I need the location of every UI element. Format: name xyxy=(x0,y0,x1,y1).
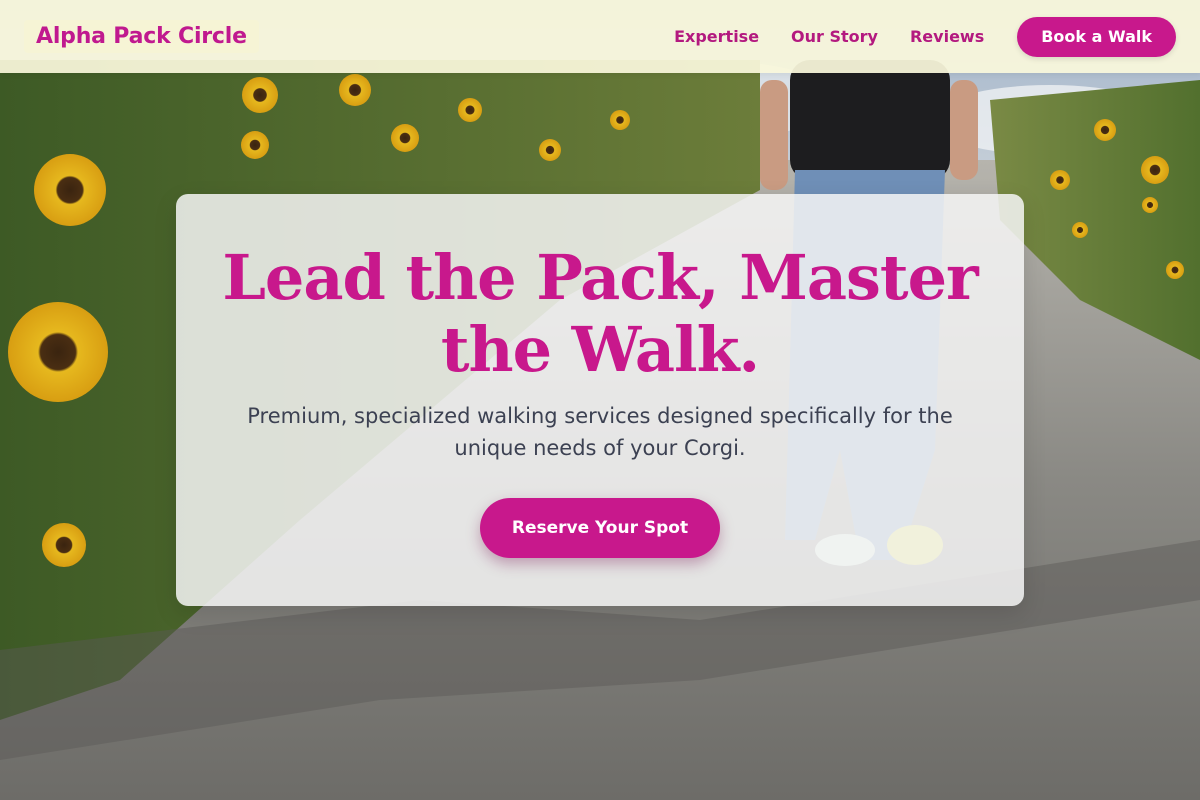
main-nav: Expertise Our Story Reviews Book a Walk xyxy=(674,16,1176,57)
nav-link-expertise[interactable]: Expertise xyxy=(674,27,759,46)
site-header: Alpha Pack Circle Expertise Our Story Re… xyxy=(0,0,1200,73)
hero-title: Lead the Pack, Master the Walk. xyxy=(222,241,978,386)
nav-link-reviews[interactable]: Reviews xyxy=(910,27,984,46)
nav-link-our-story[interactable]: Our Story xyxy=(791,27,878,46)
brand-logo[interactable]: Alpha Pack Circle xyxy=(24,20,259,53)
book-walk-button[interactable]: Book a Walk xyxy=(1017,16,1176,57)
hero-card: Lead the Pack, Master the Walk. Premium,… xyxy=(176,194,1024,606)
reserve-spot-button[interactable]: Reserve Your Spot xyxy=(480,498,720,558)
hero-subtitle: Premium, specialized walking services de… xyxy=(247,404,953,460)
